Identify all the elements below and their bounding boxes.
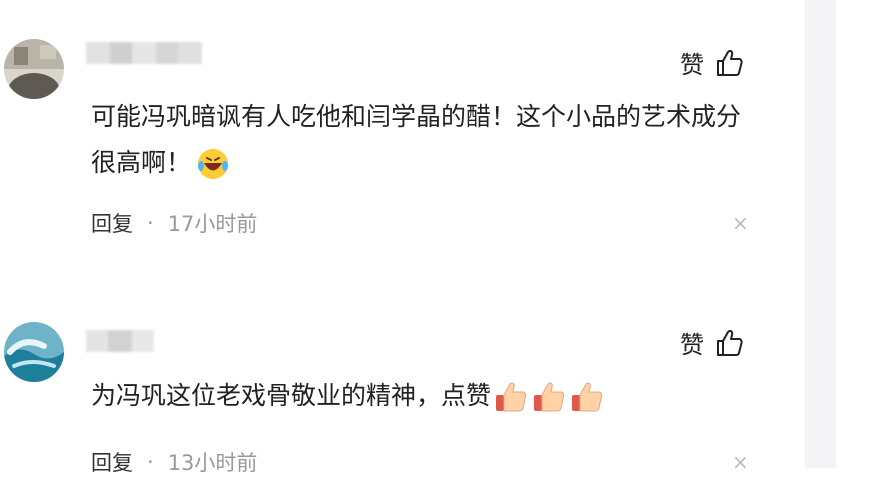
comments-panel: 赞 可能冯巩暗讽有人吃他和闫学晶的醋！这个小品的艺术成分很高啊！ 回复 · 17… [0, 0, 805, 475]
like-label: 赞 [680, 331, 704, 359]
comment-text: 可能冯巩暗讽有人吃他和闫学晶的醋！这个小品的艺术成分很高啊！ [91, 94, 751, 186]
like-button[interactable]: 赞 [680, 45, 744, 80]
comment-text-body: 为冯巩这位老戏骨敬业的精神，点赞 [91, 381, 492, 410]
username-blurred [86, 42, 202, 68]
username-blurred [86, 330, 154, 356]
avatar[interactable] [4, 322, 64, 382]
close-icon[interactable]: × [732, 450, 749, 474]
comment-text-body: 可能冯巩暗讽有人吃他和闫学晶的醋！这个小品的艺术成分很高啊！ [91, 102, 742, 177]
thumbs-up-emoji [534, 382, 565, 412]
thumbs-up-emoji [572, 382, 603, 412]
page-margin [836, 0, 872, 468]
thumbs-up-outline-icon [717, 329, 743, 356]
like-button[interactable]: 赞 [680, 325, 744, 360]
like-label: 赞 [680, 51, 704, 79]
reply-button[interactable]: 回复 [91, 447, 133, 477]
separator-dot: · [147, 211, 154, 235]
timestamp: 13小时前 [167, 451, 258, 475]
avatar[interactable] [4, 39, 64, 99]
comment-meta: 回复 · 13小时前 [91, 447, 257, 477]
separator-dot: · [147, 450, 154, 474]
close-icon[interactable]: × [732, 211, 749, 235]
scrollbar-track[interactable] [805, 0, 836, 468]
thumbs-up-outline-icon [717, 49, 743, 76]
reply-button[interactable]: 回复 [91, 208, 133, 238]
comment-meta: 回复 · 17小时前 [91, 208, 257, 238]
timestamp: 17小时前 [167, 212, 258, 236]
comment-text: 为冯巩这位老戏骨敬业的精神，点赞 [91, 373, 751, 419]
laughing-tears-emoji [198, 149, 229, 179]
thumbs-up-emoji [496, 382, 527, 412]
